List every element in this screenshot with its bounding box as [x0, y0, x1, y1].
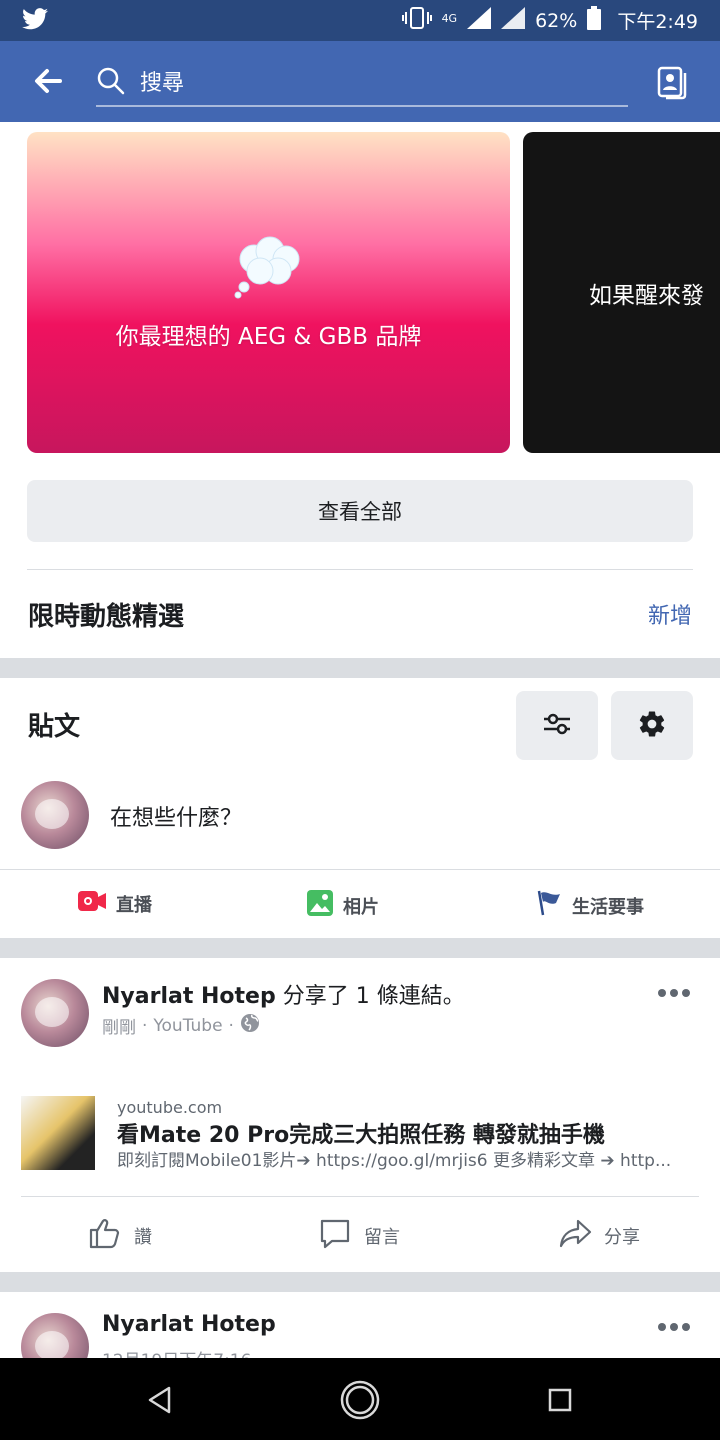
thumbs-up-icon [88, 1216, 122, 1255]
post-action-text: 分享了 1 條連結。 [275, 984, 465, 1009]
flag-icon [536, 890, 562, 921]
battery-percent: 62% [535, 9, 578, 32]
navigation-bar [0, 1358, 720, 1440]
more-options-icon[interactable] [658, 1321, 690, 1333]
meta-dot: · [228, 1015, 234, 1036]
profile-switch-icon[interactable] [654, 65, 690, 101]
link-title[interactable]: 看Mate 20 Pro完成三大拍照任務 轉發就抽手機 [117, 1117, 707, 1149]
search-input[interactable] [140, 70, 580, 96]
post-author[interactable]: Nyarlat Hotep [102, 1312, 276, 1337]
share-button[interactable]: 分享 [558, 1216, 640, 1255]
story-card[interactable]: 如果醒來發 [523, 132, 720, 453]
back-arrow-icon[interactable] [30, 63, 66, 99]
post-time[interactable]: 剛剛 [102, 1013, 136, 1038]
comment-button[interactable]: 留言 [318, 1216, 400, 1255]
posts-title: 貼文 [28, 712, 81, 742]
photo-label: 相片 [343, 896, 379, 918]
story-card[interactable]: 你最理想的 AEG & GBB 品牌 [27, 132, 510, 453]
photo-button[interactable]: 相片 [307, 890, 379, 921]
meta-dot: · [142, 1015, 148, 1036]
search-bar[interactable] [96, 61, 628, 107]
story-card-text: 你最理想的 AEG & GBB 品牌 [115, 323, 422, 350]
search-icon [96, 66, 126, 100]
life-event-button[interactable]: 生活要事 [536, 890, 644, 921]
comment-icon [318, 1216, 352, 1255]
share-arrow-icon [558, 1216, 592, 1255]
story-highlights-header: 限時動態精選 新增 [28, 592, 692, 636]
battery-icon [587, 6, 602, 35]
section-separator [0, 658, 720, 678]
thought-bubble-icon [232, 235, 306, 303]
live-label: 直播 [116, 894, 152, 916]
like-label: 讚 [134, 1226, 152, 1248]
link-domain: youtube.com [117, 1098, 223, 1117]
signal-icon [467, 7, 492, 34]
avatar[interactable] [21, 781, 89, 849]
story-cards: 你最理想的 AEG & GBB 品牌 如果醒來發 [0, 122, 720, 462]
clock: 下午2:49 [617, 11, 698, 33]
highlights-title: 限時動態精選 [28, 601, 185, 632]
section-separator [0, 1272, 720, 1292]
divider [27, 569, 693, 570]
section-separator [0, 938, 720, 958]
nav-home-icon[interactable] [340, 1380, 380, 1420]
sliders-icon [542, 711, 572, 741]
settings-button[interactable] [611, 691, 693, 760]
life-event-label: 生活要事 [572, 896, 644, 918]
live-video-icon [78, 890, 106, 917]
photo-icon [307, 890, 333, 921]
composer-input[interactable]: 在想些什麼？ [110, 800, 242, 832]
gear-icon [637, 709, 667, 743]
divider [21, 1196, 699, 1197]
link-thumbnail[interactable] [21, 1096, 95, 1170]
live-button[interactable]: 直播 [78, 890, 152, 917]
vibrate-icon [401, 6, 432, 35]
nav-back-icon[interactable] [140, 1380, 180, 1420]
network-type: 4G [441, 12, 458, 25]
story-card-text: 如果醒來發 [589, 282, 704, 309]
status-bar: 4G 62% 下午2:49 [0, 0, 720, 41]
view-all-button[interactable]: 查看全部 [27, 480, 693, 542]
post-source: YouTube [153, 1015, 223, 1036]
comment-label: 留言 [364, 1226, 400, 1248]
like-button[interactable]: 讚 [88, 1216, 152, 1255]
filter-button[interactable] [516, 691, 598, 760]
avatar[interactable] [21, 979, 89, 1047]
post-meta: 剛剛 · YouTube · [102, 1013, 260, 1038]
add-highlight-link[interactable]: 新增 [648, 598, 692, 630]
twitter-icon [22, 7, 48, 34]
signal-icon-2 [501, 7, 526, 34]
share-label: 分享 [604, 1226, 640, 1248]
post-header: Nyarlat Hotep 分享了 1 條連結。 [102, 978, 465, 1010]
post-author[interactable]: Nyarlat Hotep [102, 984, 276, 1009]
composer-actions: 直播 相片 生活要事 [0, 870, 720, 938]
nav-recents-icon[interactable] [540, 1380, 580, 1420]
link-description: 即刻訂閱Mobile01影片➔ https://goo.gl/mrjis6 更多… [117, 1151, 672, 1171]
globe-icon [240, 1013, 260, 1038]
top-app-bar [0, 41, 720, 122]
more-options-icon[interactable] [658, 987, 690, 999]
